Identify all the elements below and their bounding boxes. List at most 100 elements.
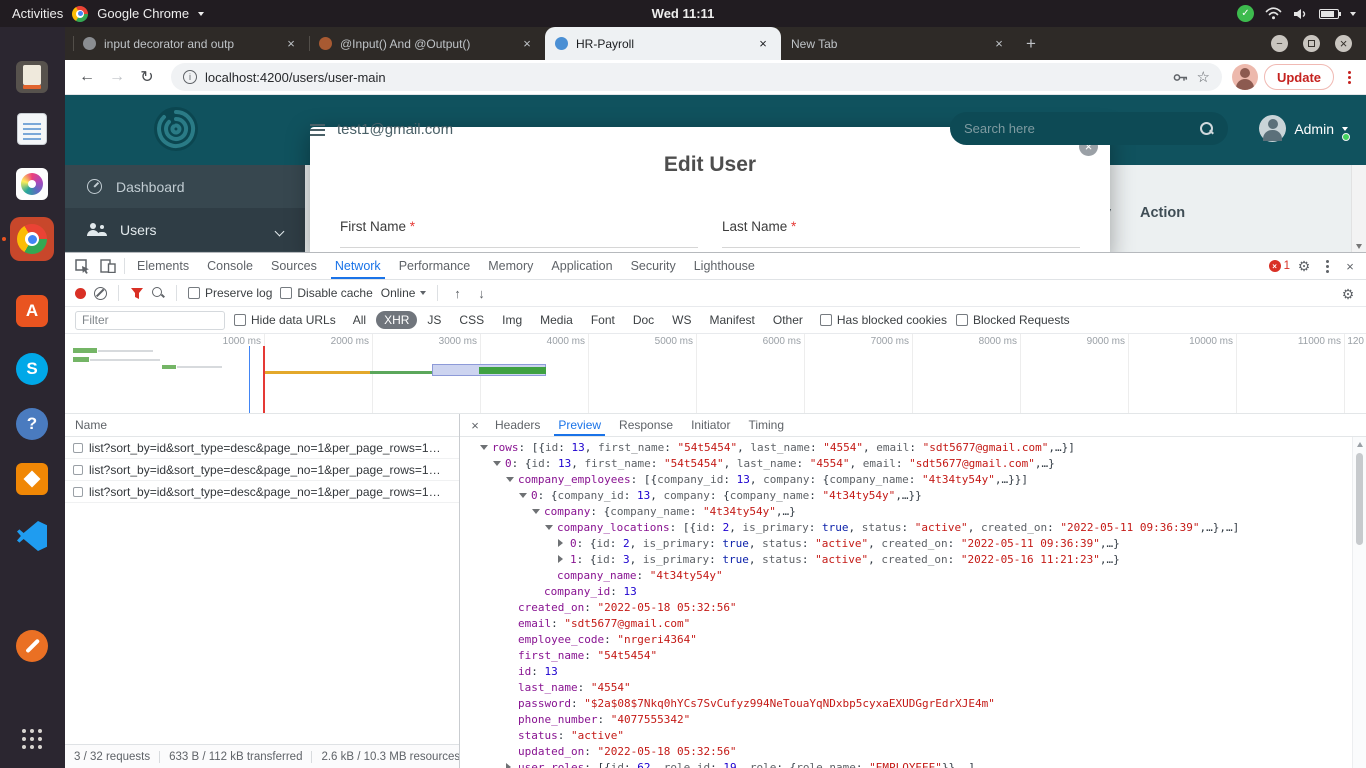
- close-details-icon[interactable]: [464, 414, 486, 436]
- password-key-icon[interactable]: [1173, 70, 1188, 85]
- json-tree-line[interactable]: password: "$2a$08$7Nkq0hYCs7SvCufyz994Ne…: [460, 696, 1352, 712]
- json-tree-line[interactable]: 1: {id: 3, is_primary: true, status: "ac…: [460, 552, 1352, 568]
- json-tree-line[interactable]: first_name: "54t5454": [460, 648, 1352, 664]
- scroll-up-icon[interactable]: [1357, 442, 1363, 447]
- json-tree-line[interactable]: user_roles: [{id: 62, role_id: 19, role:…: [460, 760, 1352, 768]
- search-network-icon[interactable]: [152, 287, 165, 300]
- clear-network-log-icon[interactable]: [94, 287, 107, 300]
- filter-type-css[interactable]: CSS: [451, 311, 492, 329]
- request-checkbox[interactable]: [73, 465, 83, 475]
- tab-close-icon[interactable]: [283, 36, 299, 51]
- devtools-close-icon[interactable]: [1340, 259, 1360, 274]
- collapse-arrow-icon[interactable]: [506, 472, 518, 488]
- devtools-tab-sources[interactable]: Sources: [262, 253, 326, 279]
- device-toolbar-icon[interactable]: [95, 253, 121, 279]
- collapse-arrow-icon[interactable]: [493, 456, 505, 472]
- json-tree-line[interactable]: id: 13: [460, 664, 1352, 680]
- browser-tab[interactable]: HR-Payroll: [545, 27, 781, 60]
- json-tree-line[interactable]: phone_number: "4077555342": [460, 712, 1352, 728]
- page-scrollbar[interactable]: [1351, 165, 1366, 252]
- devtools-tab-application[interactable]: Application: [542, 253, 621, 279]
- filter-type-img[interactable]: Img: [494, 311, 530, 329]
- dock-icon-skype[interactable]: S: [8, 345, 56, 393]
- filter-type-doc[interactable]: Doc: [625, 311, 662, 329]
- system-menu-caret-icon[interactable]: [1350, 12, 1356, 16]
- hide-data-urls-checkbox[interactable]: Hide data URLs: [234, 313, 336, 327]
- scrollbar-thumb[interactable]: [1356, 453, 1363, 545]
- dock-icon-vscode[interactable]: [8, 512, 56, 560]
- checkbox-icon[interactable]: [956, 314, 968, 326]
- export-har-icon[interactable]: [473, 286, 489, 301]
- browser-menu-icon[interactable]: [1340, 64, 1358, 90]
- devtools-tab-console[interactable]: Console: [198, 253, 262, 279]
- json-tree-line[interactable]: email: "sdt5677@gmail.com": [460, 616, 1352, 632]
- first-name-input[interactable]: [340, 247, 698, 248]
- devtools-tab-security[interactable]: Security: [622, 253, 685, 279]
- collapse-arrow-icon[interactable]: [532, 504, 544, 520]
- filter-type-font[interactable]: Font: [583, 311, 623, 329]
- json-tree-line[interactable]: updated_on: "2022-05-18 05:32:56": [460, 744, 1352, 760]
- blocked-requests-checkbox[interactable]: Blocked Requests: [956, 313, 1070, 327]
- window-minimize-button[interactable]: [1271, 35, 1288, 52]
- json-tree-line[interactable]: company_id: 13: [460, 584, 1352, 600]
- reload-button[interactable]: [133, 63, 161, 91]
- details-scrollbar[interactable]: [1352, 437, 1366, 768]
- tab-close-icon[interactable]: [755, 36, 771, 51]
- browser-tab[interactable]: New Tab: [781, 27, 1017, 60]
- status-check-icon[interactable]: [1237, 5, 1254, 22]
- filter-type-manifest[interactable]: Manifest: [702, 311, 763, 329]
- last-name-input[interactable]: [722, 247, 1080, 248]
- expand-arrow-icon[interactable]: [558, 536, 570, 552]
- collapse-arrow-icon[interactable]: [519, 488, 531, 504]
- network-overview[interactable]: 1000 ms2000 ms3000 ms4000 ms5000 ms6000 …: [65, 334, 1366, 414]
- devtools-tab-performance[interactable]: Performance: [390, 253, 480, 279]
- browser-tab[interactable]: @Input() And @Output(): [309, 27, 545, 60]
- request-checkbox[interactable]: [73, 487, 83, 497]
- checkbox-icon[interactable]: [188, 287, 200, 299]
- filter-type-media[interactable]: Media: [532, 311, 581, 329]
- collapse-arrow-icon[interactable]: [545, 520, 557, 536]
- app-logo-icon[interactable]: [153, 106, 199, 152]
- dock-icon-drawio[interactable]: [8, 455, 56, 503]
- tab-close-icon[interactable]: [991, 36, 1007, 51]
- search-input[interactable]: Search here: [950, 112, 1228, 145]
- bookmark-star-icon[interactable]: [1196, 68, 1209, 86]
- devtools-tab-lighthouse[interactable]: Lighthouse: [685, 253, 764, 279]
- filter-funnel-icon[interactable]: [130, 287, 144, 300]
- request-checkbox[interactable]: [73, 443, 83, 453]
- network-filter-input[interactable]: Filter: [75, 311, 225, 330]
- sidebar-item-users[interactable]: Users: [65, 208, 305, 251]
- checkbox-icon[interactable]: [820, 314, 832, 326]
- clock[interactable]: Wed 11:11: [0, 0, 1366, 27]
- dock-icon-text-editor[interactable]: [8, 105, 56, 153]
- import-har-icon[interactable]: [449, 286, 465, 301]
- profile-avatar[interactable]: [1232, 64, 1258, 90]
- throttling-dropdown[interactable]: Online: [381, 286, 427, 300]
- devtools-settings-icon[interactable]: [1294, 258, 1314, 275]
- dock-icon-pen[interactable]: [8, 622, 56, 670]
- checkbox-icon[interactable]: [234, 314, 246, 326]
- scroll-down-icon[interactable]: [1356, 244, 1362, 249]
- details-tab-response[interactable]: Response: [610, 414, 682, 436]
- details-tab-headers[interactable]: Headers: [486, 414, 549, 436]
- inspect-element-icon[interactable]: [69, 253, 95, 279]
- tab-close-icon[interactable]: [519, 36, 535, 51]
- dock-icon-help[interactable]: ?: [8, 400, 56, 448]
- record-network-log-button[interactable]: [75, 288, 86, 299]
- filter-type-ws[interactable]: WS: [664, 311, 699, 329]
- collapse-arrow-icon[interactable]: [480, 440, 492, 456]
- devtools-tab-network[interactable]: Network: [326, 253, 390, 279]
- filter-type-all[interactable]: All: [345, 311, 374, 329]
- dock-icon-photos[interactable]: [8, 160, 56, 208]
- request-row[interactable]: list?sort_by=id&sort_type=desc&page_no=1…: [65, 481, 459, 503]
- address-bar[interactable]: localhost:4200/users/user-main: [171, 63, 1222, 91]
- url-text[interactable]: localhost:4200/users/user-main: [205, 70, 386, 85]
- update-button[interactable]: Update: [1264, 64, 1334, 90]
- details-tab-timing[interactable]: Timing: [739, 414, 793, 436]
- devtools-menu-icon[interactable]: [1318, 253, 1336, 279]
- network-settings-icon[interactable]: [1338, 286, 1358, 303]
- window-maximize-button[interactable]: [1303, 35, 1320, 52]
- new-tab-button[interactable]: [1017, 30, 1045, 58]
- json-tree-line[interactable]: company_locations: [{id: 2, is_primary: …: [460, 520, 1352, 536]
- has-blocked-cookies-checkbox[interactable]: Has blocked cookies: [820, 313, 947, 327]
